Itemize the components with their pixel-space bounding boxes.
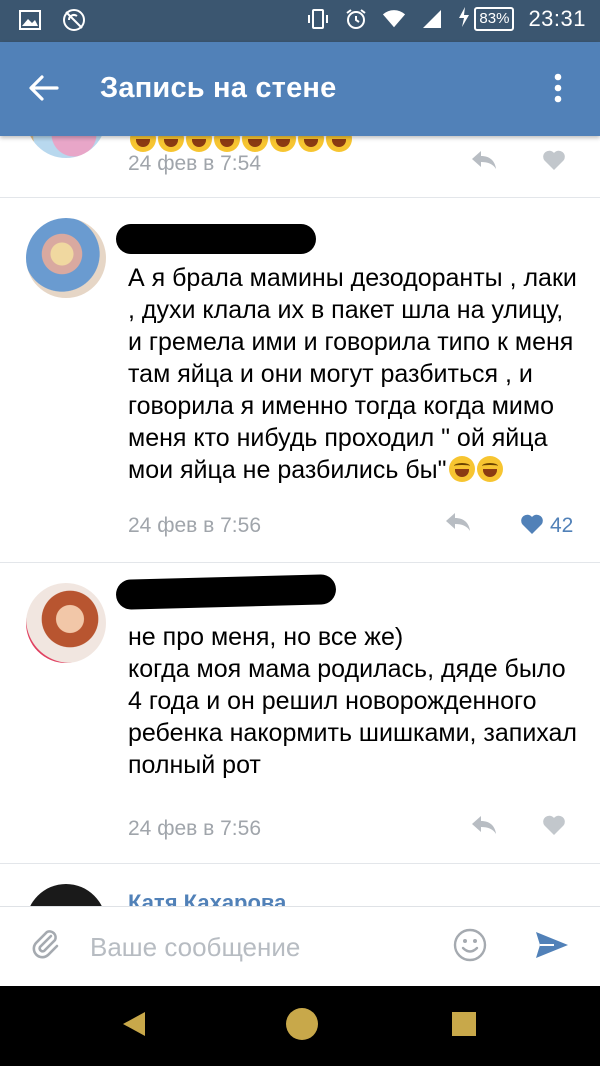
laughing-emoji-icon bbox=[130, 136, 156, 152]
reply-button[interactable] bbox=[468, 148, 500, 176]
vibrate-icon bbox=[306, 7, 330, 31]
avatar[interactable] bbox=[26, 136, 106, 158]
comment-date: 24 фев в 7:56 bbox=[128, 514, 262, 537]
nav-recents-button[interactable] bbox=[444, 1006, 484, 1046]
page-title: Запись на стене bbox=[100, 72, 337, 104]
nav-home-button[interactable] bbox=[282, 1006, 322, 1046]
laughing-emoji-icon bbox=[476, 456, 503, 482]
laughing-emoji-icon bbox=[298, 136, 324, 152]
message-input[interactable] bbox=[90, 923, 430, 971]
alarm-icon bbox=[344, 7, 368, 31]
avatar[interactable] bbox=[26, 884, 106, 906]
wifi-icon bbox=[382, 7, 406, 31]
like-button[interactable] bbox=[542, 813, 566, 841]
back-button[interactable] bbox=[22, 68, 66, 112]
avatar[interactable] bbox=[26, 583, 106, 663]
comment-date: 24 фев в 7:54 bbox=[128, 152, 262, 175]
arrow-left-icon bbox=[29, 74, 59, 106]
charging-icon bbox=[458, 6, 470, 32]
send-button[interactable] bbox=[532, 929, 572, 965]
emoji-row bbox=[128, 136, 352, 152]
image-icon bbox=[18, 8, 42, 32]
avatar[interactable] bbox=[26, 218, 106, 298]
comment-text: не про меня, но все же) когда моя мама р… bbox=[128, 623, 578, 779]
laughing-emoji-icon bbox=[214, 136, 240, 152]
author-name-redacted bbox=[115, 574, 337, 610]
status-bar: 83% 23:31 bbox=[0, 0, 600, 42]
like-button[interactable] bbox=[542, 148, 566, 176]
battery-indicator: 83% bbox=[458, 6, 515, 32]
reply-button[interactable] bbox=[442, 510, 474, 538]
message-composer bbox=[0, 906, 600, 986]
signal-icon bbox=[420, 7, 444, 31]
more-vert-icon bbox=[554, 73, 562, 108]
send-icon bbox=[534, 930, 570, 965]
smiley-icon bbox=[453, 928, 487, 967]
reply-button[interactable] bbox=[468, 813, 500, 841]
laughing-emoji-icon bbox=[448, 456, 475, 482]
divider bbox=[0, 863, 600, 864]
heart-icon bbox=[520, 513, 544, 540]
attach-button[interactable] bbox=[28, 929, 64, 965]
reply-icon bbox=[470, 149, 498, 176]
author-name-redacted bbox=[116, 224, 316, 254]
system-nav-bar bbox=[0, 986, 600, 1066]
comment-author[interactable]: Катя Кахарова bbox=[128, 890, 286, 906]
reply-icon bbox=[470, 814, 498, 841]
heart-icon bbox=[542, 149, 566, 176]
laughing-emoji-icon bbox=[242, 136, 268, 152]
reply-icon bbox=[444, 511, 472, 538]
paperclip-icon bbox=[31, 928, 61, 967]
like-count: 42 bbox=[550, 514, 574, 537]
comment-date: 24 фев в 7:56 bbox=[128, 817, 262, 840]
comment-text: А я брала мамины дезодоранты , лаки , ду… bbox=[128, 262, 578, 486]
divider bbox=[0, 197, 600, 198]
emoji-button[interactable] bbox=[452, 928, 488, 967]
heart-icon bbox=[542, 814, 566, 841]
more-options-button[interactable] bbox=[536, 68, 580, 112]
circle-home-icon bbox=[285, 1007, 319, 1046]
comments-feed[interactable]: 24 фев в 7:54 А я брала мамины дезодоран… bbox=[0, 136, 600, 906]
like-button[interactable]: 42 bbox=[520, 512, 573, 540]
laughing-emoji-icon bbox=[186, 136, 212, 152]
laughing-emoji-icon bbox=[326, 136, 352, 152]
triangle-back-icon bbox=[119, 1009, 149, 1044]
no-sync-icon bbox=[62, 8, 86, 32]
laughing-emoji-icon bbox=[158, 136, 184, 152]
comment-text-body: А я брала мамины дезодоранты , лаки , ду… bbox=[128, 264, 577, 484]
square-recents-icon bbox=[451, 1011, 477, 1042]
battery-level: 83% bbox=[474, 7, 515, 31]
divider bbox=[0, 562, 600, 563]
status-clock: 23:31 bbox=[528, 6, 586, 31]
laughing-emoji-icon bbox=[270, 136, 296, 152]
toolbar: Запись на стене bbox=[0, 42, 600, 136]
nav-back-button[interactable] bbox=[114, 1006, 154, 1046]
